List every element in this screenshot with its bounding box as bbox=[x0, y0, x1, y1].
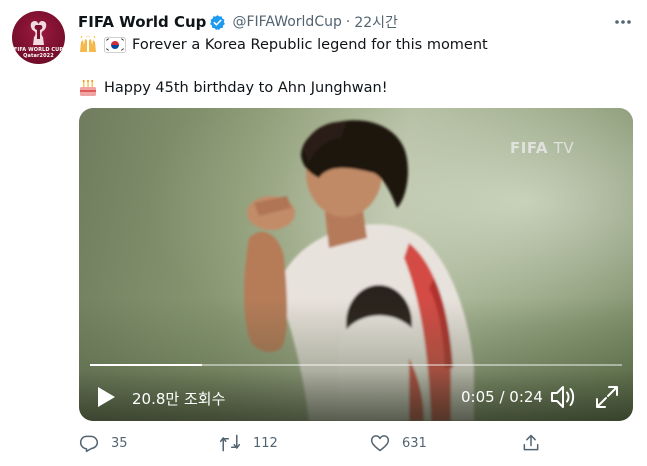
like-count: 631 bbox=[402, 435, 427, 451]
view-count: 20.8만 조회수 bbox=[132, 390, 226, 408]
video-progress-bar[interactable] bbox=[90, 364, 622, 366]
retweet-icon bbox=[219, 434, 241, 452]
tweet-text-line-1: Forever a Korea Republic legend for this… bbox=[78, 36, 488, 54]
tweet-header: FIFA World Cup @FIFAWorldCup · 22시간 bbox=[78, 12, 398, 32]
video-controls: 20.8만 조회수 0:05 / 0:24 bbox=[79, 370, 633, 421]
avatar-caption: FIFA WORLD CUP Qatar2022 bbox=[13, 47, 64, 59]
account-name[interactable]: FIFA World Cup bbox=[78, 13, 206, 31]
share-button[interactable] bbox=[521, 433, 553, 453]
verified-badge-icon bbox=[210, 14, 226, 30]
tweet-actions: 35 112 631 bbox=[0, 433, 647, 455]
korea-flag-emoji-icon bbox=[104, 37, 126, 53]
video-progress-fill bbox=[90, 364, 202, 366]
tweet-text-line-2-content: Happy 45th birthday to Ahn Junghwan! bbox=[104, 80, 388, 96]
birthday-cake-emoji-icon bbox=[80, 80, 96, 96]
retweet-count: 112 bbox=[253, 435, 278, 451]
heart-icon bbox=[370, 435, 390, 452]
reply-count: 35 bbox=[111, 435, 128, 451]
account-avatar[interactable]: FIFA WORLD CUP Qatar2022 bbox=[12, 11, 65, 64]
tweet-timestamp[interactable]: 22시간 bbox=[354, 12, 398, 32]
play-icon[interactable] bbox=[96, 386, 116, 408]
fullscreen-icon[interactable] bbox=[594, 384, 620, 410]
reply-button[interactable]: 35 bbox=[79, 433, 128, 453]
share-icon bbox=[523, 434, 539, 451]
retweet-button[interactable]: 112 bbox=[219, 433, 278, 453]
reply-icon bbox=[79, 435, 99, 453]
fifa-tv-watermark: FIFA TV bbox=[510, 139, 575, 157]
account-handle[interactable]: @FIFAWorldCup bbox=[232, 14, 341, 30]
video-timecode: 0:05 / 0:24 bbox=[461, 388, 543, 406]
tweet-text-line-2: Happy 45th birthday to Ahn Junghwan! bbox=[78, 79, 388, 97]
volume-icon[interactable] bbox=[549, 384, 577, 410]
raising-hands-emoji-icon bbox=[80, 36, 96, 52]
video-player[interactable]: FIFA TV 20.8만 조회수 0:05 / 0:24 bbox=[79, 108, 633, 421]
tweet-text-line-1-content: Forever a Korea Republic legend for this… bbox=[132, 37, 488, 53]
more-options-button[interactable] bbox=[612, 11, 634, 33]
like-button[interactable]: 631 bbox=[370, 433, 427, 453]
more-dots-icon bbox=[615, 20, 631, 24]
separator-dot: · bbox=[345, 14, 351, 30]
